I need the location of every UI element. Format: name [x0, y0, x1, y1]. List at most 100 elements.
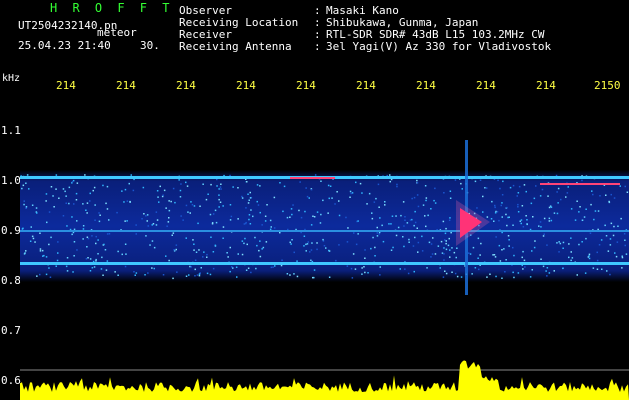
noise-speckle — [416, 227, 418, 229]
noise-speckle — [402, 236, 404, 238]
noise-speckle — [31, 204, 34, 206]
noise-speckle — [588, 255, 590, 257]
noise-speckle — [372, 236, 374, 239]
noise-speckle — [408, 241, 410, 243]
noise-speckle — [279, 182, 281, 184]
noise-speckle — [539, 195, 542, 197]
noise-speckle — [350, 267, 353, 270]
noise-speckle — [593, 218, 595, 221]
noise-speckle — [56, 259, 59, 262]
noise-speckle — [116, 211, 118, 214]
noise-speckle — [141, 218, 143, 220]
noise-speckle — [86, 236, 89, 238]
noise-speckle — [427, 214, 429, 217]
noise-speckle — [303, 245, 305, 247]
noise-speckle — [91, 235, 93, 237]
noise-speckle — [298, 209, 300, 212]
noise-speckle — [484, 187, 486, 189]
noise-speckle — [23, 253, 26, 255]
noise-speckle — [313, 216, 316, 218]
noise-speckle — [85, 209, 87, 211]
noise-speckle — [624, 244, 626, 247]
noise-speckle — [106, 260, 109, 262]
noise-speckle — [82, 225, 85, 227]
x-tick-label: 214 — [236, 79, 256, 92]
noise-speckle — [517, 272, 520, 274]
noise-speckle — [448, 219, 451, 221]
noise-speckle — [105, 202, 107, 205]
noise-speckle — [58, 197, 60, 199]
noise-speckle — [22, 184, 25, 187]
noise-speckle — [269, 219, 272, 222]
noise-speckle — [597, 228, 599, 231]
noise-speckle — [480, 242, 482, 245]
noise-speckle — [216, 185, 218, 187]
noise-speckle — [117, 250, 119, 253]
noise-speckle — [560, 198, 562, 201]
noise-speckle — [193, 205, 196, 207]
noise-speckle — [532, 216, 534, 218]
noise-speckle — [218, 194, 220, 196]
noise-speckle — [416, 194, 419, 196]
noise-speckle — [623, 233, 626, 235]
noise-speckle — [247, 202, 250, 204]
noise-speckle — [178, 179, 180, 181]
noise-speckle — [241, 253, 244, 256]
noise-speckle — [308, 197, 310, 199]
noise-speckle — [241, 240, 244, 242]
noise-speckle — [206, 253, 208, 256]
noise-speckle — [157, 196, 159, 198]
noise-speckle — [94, 204, 96, 206]
noise-speckle — [474, 180, 477, 183]
noise-speckle — [71, 216, 73, 218]
noise-speckle — [529, 276, 532, 278]
noise-speckle — [403, 245, 405, 248]
noise-speckle — [255, 267, 257, 270]
noise-speckle — [236, 276, 238, 278]
noise-speckle — [65, 265, 68, 268]
noise-speckle — [605, 194, 607, 196]
noise-speckle — [86, 212, 88, 214]
noise-speckle — [124, 265, 127, 268]
noise-speckle — [353, 232, 355, 234]
noise-speckle — [190, 266, 192, 268]
noise-speckle — [364, 257, 366, 259]
y-tick-label: 1.0 — [1, 174, 21, 187]
noise-speckle — [540, 258, 542, 260]
noise-speckle — [320, 213, 322, 216]
noise-speckle — [441, 252, 444, 254]
noise-speckle — [478, 268, 480, 271]
x-tick-label: 214 — [476, 79, 496, 92]
noise-speckle — [269, 228, 272, 231]
noise-speckle — [479, 179, 482, 181]
noise-speckle — [281, 259, 283, 261]
noise-speckle — [153, 246, 156, 249]
noise-speckle — [501, 277, 503, 279]
noise-speckle — [364, 271, 366, 274]
noise-speckle — [209, 213, 212, 216]
noise-speckle — [409, 219, 412, 221]
noise-speckle — [425, 225, 427, 228]
noise-speckle — [132, 189, 135, 192]
noise-speckle — [513, 276, 515, 279]
noise-speckle — [517, 211, 520, 213]
noise-speckle — [185, 275, 188, 277]
noise-speckle — [494, 204, 496, 207]
noise-speckle — [82, 203, 84, 205]
noise-speckle — [625, 253, 628, 255]
noise-speckle — [153, 267, 155, 270]
noise-speckle — [450, 231, 452, 234]
noise-speckle — [501, 249, 503, 251]
noise-speckle — [32, 237, 35, 240]
noise-speckle — [357, 233, 359, 235]
noise-speckle — [534, 240, 536, 242]
noise-speckle — [89, 200, 91, 202]
noise-speckle — [378, 206, 380, 208]
noise-speckle — [494, 212, 497, 214]
noise-speckle — [292, 204, 294, 206]
noise-speckle — [187, 211, 189, 213]
noise-speckle — [237, 187, 239, 189]
noise-speckle — [274, 265, 276, 267]
noise-speckle — [313, 276, 315, 279]
noise-speckle — [524, 266, 526, 268]
